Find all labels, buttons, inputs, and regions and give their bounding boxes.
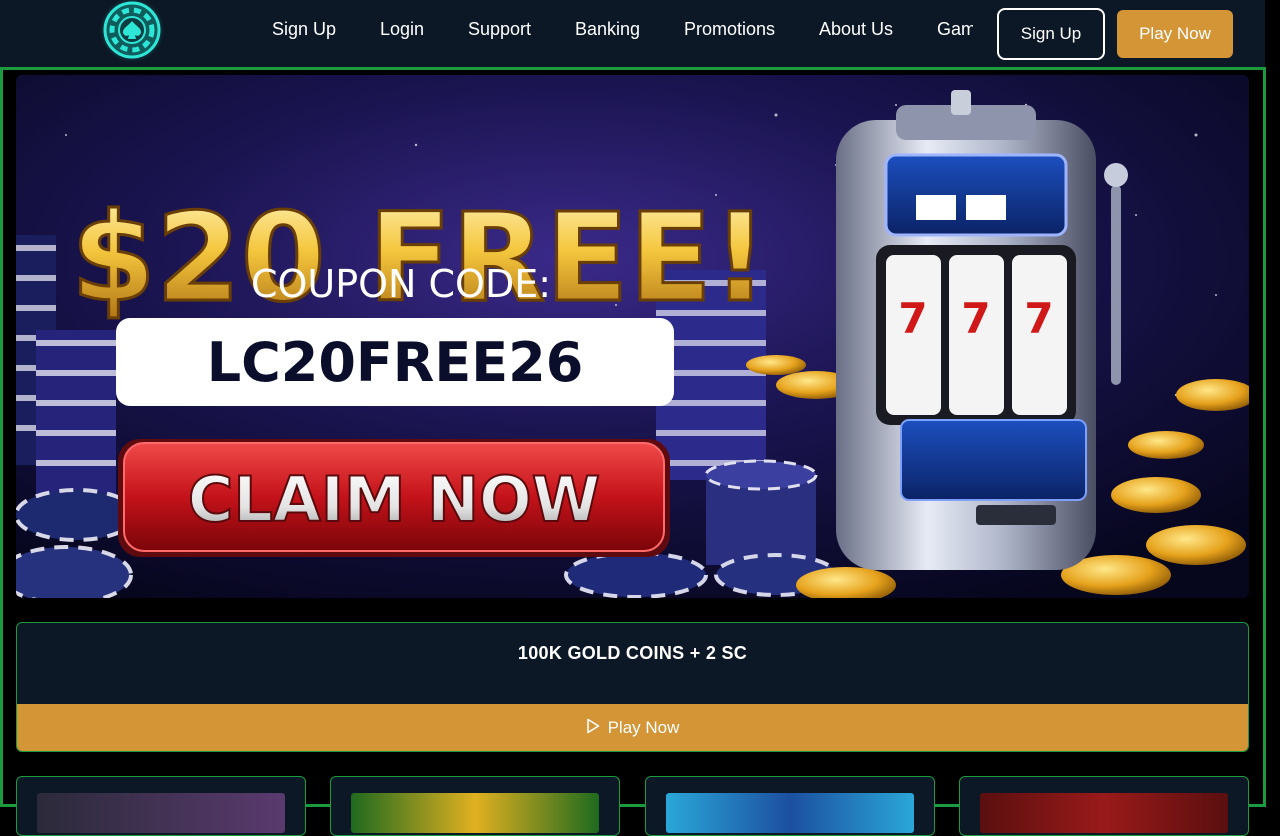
game-tile-1[interactable] (16, 776, 306, 836)
svg-text:7: 7 (961, 294, 990, 343)
slot-machine-illustration: 7 7 7 (836, 90, 1128, 570)
promo-banner[interactable]: 7 7 7 $20 FREE! COUPON CODE: LC20FREE26 … (16, 75, 1249, 598)
nav-link-promotions[interactable]: Promotions (684, 18, 775, 40)
banner-artwork: 7 7 7 $20 FREE! COUPON CODE: LC20FREE26 … (16, 75, 1249, 598)
game-thumbnail (351, 793, 599, 833)
promo-title: 100K GOLD COINS + 2 SC (517, 643, 748, 663)
banner-coupon-code: LC20FREE26 (207, 331, 584, 394)
game-tile-4[interactable] (959, 776, 1249, 836)
svg-text:7: 7 (1024, 294, 1053, 343)
play-now-button[interactable]: Play Now (1117, 10, 1233, 58)
game-tile-2[interactable] (330, 776, 620, 836)
nav-link-about-us[interactable]: About Us (819, 18, 893, 40)
promo-play-now-label: Play Now (607, 718, 680, 737)
game-thumbnail (666, 793, 914, 833)
sign-up-button[interactable]: Sign Up (997, 8, 1105, 60)
banner-claim-now: CLAIM NOW (188, 463, 600, 536)
poker-chip-logo-icon[interactable] (100, 0, 164, 62)
svg-text:7: 7 (898, 294, 927, 343)
play-icon (586, 718, 600, 739)
nav-link-sign-up[interactable]: Sign Up (272, 18, 336, 40)
nav-link-login[interactable]: Login (380, 18, 424, 40)
promo-card: 100K GOLD COINS + 2 SC Play Now (16, 622, 1249, 752)
game-thumbnail (37, 793, 285, 833)
promo-play-now-button[interactable]: Play Now (17, 704, 1248, 751)
nav-link-support[interactable]: Support (468, 18, 531, 40)
nav-link-banking[interactable]: Banking (575, 18, 640, 40)
nav-links: Sign Up Login Support Banking Promotions… (250, 0, 973, 58)
top-navbar: Sign Up Login Support Banking Promotions… (0, 0, 1265, 67)
nav-link-games[interactable]: Games (937, 18, 973, 40)
game-thumbnail (980, 793, 1228, 833)
game-tile-3[interactable] (645, 776, 935, 836)
